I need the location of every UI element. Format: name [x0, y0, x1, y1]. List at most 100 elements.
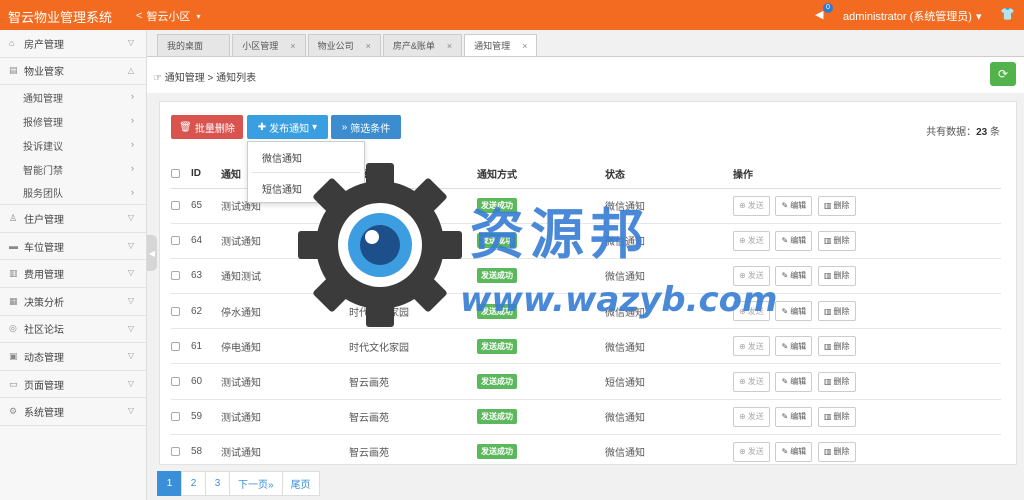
sidebar-item-news[interactable]: ▣ 动态管理 ▽: [0, 343, 146, 371]
send-button[interactable]: ⊕ 发送: [733, 371, 770, 392]
send-button[interactable]: ⊕ 发送: [733, 195, 770, 216]
select-all-checkbox[interactable]: [171, 169, 180, 179]
chevron-down-icon: ▾: [975, 10, 982, 23]
row-checkbox[interactable]: [171, 200, 180, 210]
button-label: 删除: [833, 412, 850, 422]
col-header-id: ID: [191, 160, 221, 189]
next-page[interactable]: 下一页»: [229, 471, 283, 496]
edit-button[interactable]: ✎ 编辑: [775, 371, 813, 392]
delete-button[interactable]: ▥ 删除: [817, 371, 856, 392]
tab-company[interactable]: 物业公司 ×: [307, 34, 381, 56]
hand-pointer-icon: ☞: [153, 73, 162, 84]
sidebar-item-property[interactable]: ⌂ 房产管理 ▽: [0, 30, 146, 58]
edit-button[interactable]: ✎ 编辑: [775, 301, 813, 322]
close-icon[interactable]: ×: [447, 41, 452, 51]
sidebar-item-fees[interactable]: ▥ 费用管理 ▽: [0, 260, 146, 288]
cell-id: 59: [191, 399, 221, 435]
sidebar-item-steward[interactable]: ▤ 物业管家 △: [0, 58, 146, 86]
delete-button[interactable]: ▥ 删除: [817, 301, 856, 322]
edit-button[interactable]: ✎ 编辑: [775, 230, 813, 251]
sidebar-collapse-handle[interactable]: ◀: [147, 235, 157, 271]
edit-icon: ✎: [781, 377, 789, 387]
filter-button[interactable]: » 筛选条件: [331, 115, 401, 139]
row-checkbox[interactable]: [171, 376, 180, 386]
sidebar-item-forum[interactable]: ◎ 社区论坛 ▽: [0, 316, 146, 344]
tab-community[interactable]: 小区管理 ×: [232, 34, 306, 56]
delete-button[interactable]: ▥ 删除: [817, 406, 856, 427]
edit-button[interactable]: ✎ 编辑: [775, 265, 813, 286]
sidebar-subitem-complaint[interactable]: 投诉建议 ›: [0, 133, 146, 157]
refresh-icon: ⟳: [997, 67, 1009, 81]
cell-title: 测试通知: [221, 223, 349, 259]
close-icon[interactable]: ×: [290, 41, 295, 51]
send-button[interactable]: ⊕ 发送: [733, 230, 770, 251]
chevron-right-icon: ›: [131, 163, 134, 174]
chevron-right-icon: ›: [131, 139, 134, 150]
delete-button[interactable]: ▥ 删除: [817, 195, 856, 216]
row-checkbox[interactable]: [171, 271, 180, 281]
chevron-down-icon: ▾: [196, 11, 201, 21]
sidebar-item-residents[interactable]: ♙ 住户管理 ▽: [0, 205, 146, 233]
sidebar-subitem-notice[interactable]: 通知管理 ›: [0, 85, 146, 109]
send-button[interactable]: ⊕ 发送: [733, 336, 770, 357]
edit-button[interactable]: ✎ 编辑: [775, 195, 813, 216]
button-label: 编辑: [790, 377, 807, 387]
edit-button[interactable]: ✎ 编辑: [775, 336, 813, 357]
delete-button[interactable]: ▥ 删除: [817, 336, 856, 357]
skin-icon[interactable]: 👕: [1000, 7, 1015, 21]
sidebar-item-label: 决策分析: [24, 297, 64, 309]
sidebar-item-pages[interactable]: ▭ 页面管理 ▽: [0, 371, 146, 399]
refresh-button[interactable]: ⟳: [990, 62, 1016, 86]
send-button[interactable]: ⊕ 发送: [733, 441, 770, 462]
row-checkbox[interactable]: [171, 447, 180, 457]
cell-actions: ⊕ 发送 ✎ 编辑 ▥ 删除: [733, 399, 1001, 435]
delete-button[interactable]: ▥ 删除: [817, 265, 856, 286]
page-2[interactable]: 2: [181, 471, 206, 496]
cell-status: 短信通知: [605, 363, 733, 400]
button-label: 发送: [747, 447, 764, 457]
batch-delete-button[interactable]: 🗑 批量删除: [171, 115, 243, 139]
cell-area: 智云画苑: [349, 363, 477, 400]
news-icon: ▣: [9, 350, 18, 361]
page-3[interactable]: 3: [205, 471, 230, 496]
sidebar-item-parking[interactable]: ▬ 车位管理 ▽: [0, 233, 146, 261]
sidebar-item-system[interactable]: ⚙ 系统管理 ▽: [0, 398, 146, 426]
user-menu[interactable]: administrator (系统管理员) ▾: [843, 8, 982, 24]
trash-icon: ▥: [823, 412, 832, 422]
send-button[interactable]: ⊕ 发送: [733, 406, 770, 427]
table-row: 61 停电通知 时代文化家园 发送成功 微信通知 ⊕ 发送 ✎ 编辑 ▥ 删除: [171, 328, 1001, 365]
delete-button[interactable]: ▥ 删除: [817, 230, 856, 251]
button-label: 筛选条件: [350, 123, 391, 135]
sidebar-item-analysis[interactable]: ▦ 决策分析 ▽: [0, 288, 146, 316]
edit-button[interactable]: ✎ 编辑: [775, 441, 813, 462]
sidebar-subitem-team[interactable]: 服务团队 ›: [0, 181, 146, 206]
tab-desktop[interactable]: 我的桌面×: [157, 34, 231, 56]
community-name: 智云小区: [146, 11, 191, 23]
delete-button[interactable]: ▥ 删除: [817, 441, 856, 462]
menu-item-wechat[interactable]: 微信通知: [248, 142, 364, 172]
last-page[interactable]: 尾页: [281, 471, 320, 496]
edit-button[interactable]: ✎ 编辑: [775, 406, 813, 427]
publish-notice-button[interactable]: ✚ 发布通知 ▾: [247, 115, 328, 139]
close-icon[interactable]: ×: [522, 41, 527, 51]
status-badge: 发送成功: [477, 444, 517, 460]
tab-notice[interactable]: 通知管理 ×: [464, 34, 538, 56]
row-checkbox[interactable]: [171, 236, 180, 246]
edit-icon: ✎: [781, 341, 789, 351]
sidebar-subitem-door[interactable]: 智能门禁 ›: [0, 157, 146, 181]
notification-button[interactable]: ◀ 0: [815, 3, 833, 21]
community-selector[interactable]: < 智云小区 ▾: [136, 8, 200, 24]
row-checkbox[interactable]: [171, 306, 180, 316]
menu-item-sms[interactable]: 短信通知: [248, 173, 364, 203]
chevron-right-icon: ›: [131, 187, 134, 198]
row-checkbox[interactable]: [171, 412, 180, 422]
tab-label: 房产&账单: [392, 41, 435, 51]
app-brand[interactable]: 智云物业管理系统: [8, 7, 112, 26]
page-1[interactable]: 1: [157, 471, 182, 496]
tab-billing[interactable]: 房产&账单 ×: [382, 34, 463, 56]
close-icon[interactable]: ×: [366, 41, 371, 51]
sidebar-subitem-repair[interactable]: 报修管理 ›: [0, 109, 146, 133]
button-label: 删除: [833, 341, 850, 351]
chevron-down-icon: ▽: [127, 38, 134, 47]
row-checkbox[interactable]: [171, 341, 180, 351]
